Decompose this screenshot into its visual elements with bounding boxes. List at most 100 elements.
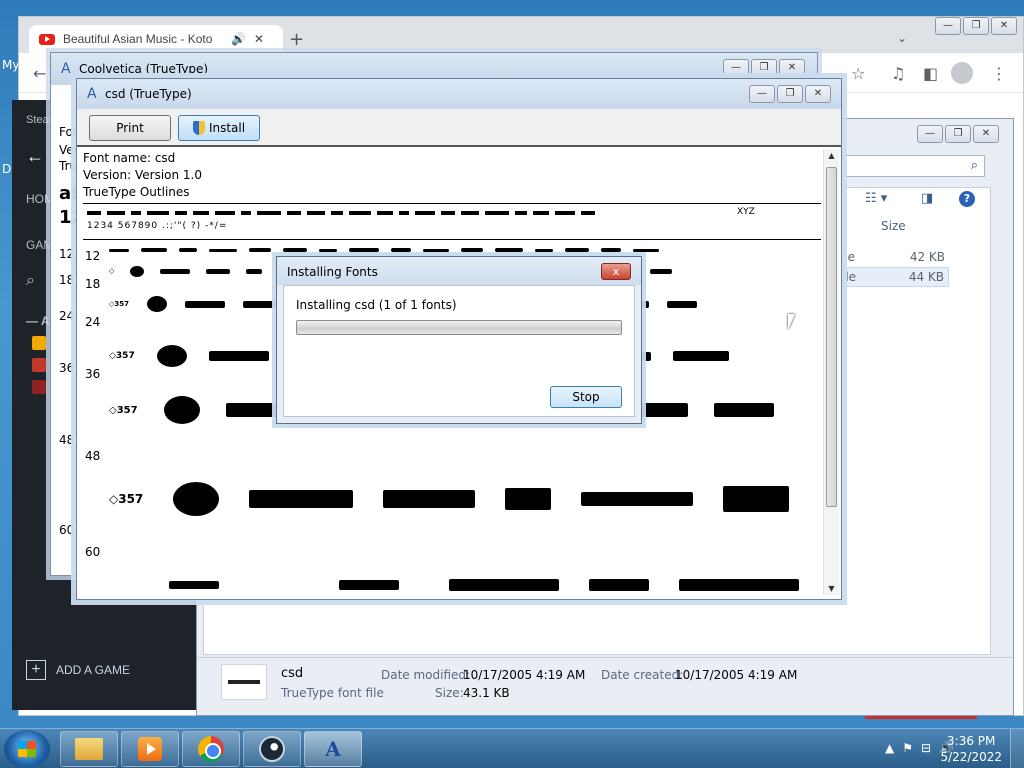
size-label-60: 60 bbox=[85, 545, 101, 559]
minimize-button[interactable]: — bbox=[935, 17, 961, 35]
install-label: Install bbox=[208, 121, 246, 135]
menu-kebab-icon[interactable]: ⋮ bbox=[991, 64, 1007, 83]
close-button[interactable]: ✕ bbox=[973, 125, 999, 143]
clock-time: 3:36 PM bbox=[947, 734, 996, 748]
font-version: Version: Version 1.0 bbox=[83, 168, 203, 182]
help-icon[interactable]: ? bbox=[959, 191, 975, 207]
network-icon[interactable]: ⊟ bbox=[921, 741, 931, 755]
profile-avatar[interactable] bbox=[951, 62, 973, 84]
vertical-scrollbar[interactable]: ▲ ▼ bbox=[823, 149, 839, 595]
desktop-icon-label-d[interactable]: D bbox=[2, 162, 11, 176]
minimize-button[interactable]: — bbox=[749, 85, 775, 103]
details-file-name: csd bbox=[281, 666, 304, 681]
size-label: 36 bbox=[59, 361, 75, 375]
preview-pane-icon[interactable]: ◨ bbox=[921, 191, 933, 206]
font-name: Font name: csd bbox=[83, 151, 176, 165]
game-icon-1[interactable] bbox=[32, 336, 46, 350]
back-arrow-icon[interactable]: ← bbox=[26, 146, 44, 167]
taskbar-media-player[interactable] bbox=[121, 731, 179, 767]
bullet-glyph: ◇ 357 bbox=[109, 300, 130, 308]
taskbar-font-viewer[interactable]: A bbox=[304, 731, 362, 767]
folder-icon bbox=[75, 738, 103, 760]
size-label: Size: bbox=[435, 686, 464, 700]
show-hidden-icons-icon[interactable]: ▲ bbox=[885, 741, 894, 755]
search-icon[interactable]: ⌕ bbox=[26, 272, 35, 290]
size-label: 18 bbox=[59, 273, 75, 287]
glyph-charset-tail: XYZ bbox=[737, 207, 755, 217]
scrollbar-thumb[interactable] bbox=[826, 167, 837, 507]
action-center-flag-icon[interactable]: ⚑ bbox=[902, 741, 913, 755]
close-button[interactable]: ✕ bbox=[991, 17, 1017, 35]
font-file-thumbnail bbox=[221, 664, 267, 700]
close-button[interactable]: ✕ bbox=[779, 59, 805, 77]
minimize-button[interactable]: — bbox=[723, 59, 749, 77]
size-label-12: 12 bbox=[85, 249, 101, 263]
taskbar-steam[interactable] bbox=[243, 731, 301, 767]
game-icon-2[interactable] bbox=[32, 358, 46, 372]
installing-fonts-dialog: Installing Fonts x Installing csd (1 of … bbox=[276, 256, 642, 424]
chrome-tab-strip: Beautiful Asian Music - Koto 🔊 ✕ + ⌄ — ❐… bbox=[19, 17, 1023, 53]
csd-toolbar: Print Install bbox=[77, 109, 841, 147]
speaker-icon[interactable]: 🔊 bbox=[231, 32, 246, 46]
desktop-icon-label-my[interactable]: My bbox=[2, 58, 19, 72]
media-control-icon[interactable]: ♫ bbox=[891, 64, 905, 83]
star-icon[interactable]: ☆ bbox=[851, 64, 865, 83]
bullet-glyph: ◇ 357 bbox=[109, 351, 135, 361]
font-viewer-icon: A bbox=[325, 737, 341, 761]
file-type-fragment: ile bbox=[841, 250, 856, 264]
scroll-down-icon[interactable]: ▼ bbox=[824, 584, 839, 593]
close-tab-icon[interactable]: ✕ bbox=[254, 32, 264, 46]
installing-title: Installing Fonts bbox=[287, 265, 378, 279]
add-game-button[interactable]: + ADD A GAME bbox=[26, 660, 130, 680]
youtube-icon bbox=[39, 33, 55, 45]
file-size: 42 KB bbox=[909, 250, 945, 264]
show-desktop-button[interactable] bbox=[1010, 729, 1024, 768]
size-label: 48 bbox=[59, 433, 75, 447]
install-button[interactable]: Install bbox=[178, 115, 260, 141]
install-status-text: Installing csd (1 of 1 fonts) bbox=[296, 298, 457, 312]
game-icon-3[interactable] bbox=[32, 380, 46, 394]
size-value: 43.1 KB bbox=[463, 686, 510, 700]
size-label: 12 bbox=[59, 247, 75, 261]
coolvetica-title: Coolvetica (TrueType) bbox=[79, 62, 209, 76]
column-header-size[interactable]: Size bbox=[881, 219, 906, 233]
chrome-tab-youtube[interactable]: Beautiful Asian Music - Koto 🔊 ✕ bbox=[29, 25, 283, 53]
side-panel-icon[interactable]: ◧ bbox=[923, 64, 938, 83]
close-button[interactable]: x bbox=[601, 263, 631, 280]
maximize-button[interactable]: ❐ bbox=[751, 59, 777, 77]
installing-body: Installing csd (1 of 1 fonts) Stop bbox=[283, 285, 635, 417]
chrome-window-controls: — ❐ ✕ bbox=[935, 17, 1017, 35]
back-arrow-icon[interactable]: ← bbox=[33, 64, 46, 83]
date-modified-label: Date modified: bbox=[381, 668, 471, 682]
start-button[interactable] bbox=[4, 730, 50, 768]
close-button[interactable]: ✕ bbox=[805, 85, 831, 103]
scroll-up-icon[interactable]: ▲ bbox=[824, 151, 839, 160]
stop-button[interactable]: Stop bbox=[550, 386, 622, 408]
csd-title: csd (TrueType) bbox=[105, 87, 192, 101]
explorer-window-controls: — ❐ ✕ bbox=[917, 125, 999, 143]
tab-search-chevron-icon[interactable]: ⌄ bbox=[897, 31, 907, 45]
print-button[interactable]: Print bbox=[89, 115, 171, 141]
file-row[interactable]: ile 42 KB bbox=[837, 247, 949, 267]
system-clock[interactable]: 3:36 PM 5/22/2022 bbox=[940, 733, 1002, 765]
maximize-button[interactable]: ❐ bbox=[945, 125, 971, 143]
size-label-48: 48 bbox=[85, 449, 101, 463]
bullet-glyph: ◇ 357 bbox=[109, 404, 138, 416]
maximize-button[interactable]: ❐ bbox=[777, 85, 803, 103]
minimize-button[interactable]: — bbox=[917, 125, 943, 143]
views-icon[interactable]: ☷ ▾ bbox=[865, 191, 887, 206]
explorer-search-input[interactable]: ⌕ bbox=[825, 155, 985, 177]
bullet-glyph: ◇ 357 bbox=[109, 492, 144, 506]
taskbar-chrome[interactable] bbox=[182, 731, 240, 767]
new-tab-button[interactable]: + bbox=[289, 29, 304, 50]
maximize-button[interactable]: ❐ bbox=[963, 17, 989, 35]
search-icon: ⌕ bbox=[970, 158, 978, 173]
progress-accent-bar bbox=[865, 716, 977, 719]
taskbar-explorer[interactable] bbox=[60, 731, 118, 767]
file-type-fragment: ile bbox=[842, 270, 857, 284]
peek-text: Tru bbox=[59, 159, 78, 173]
windows-logo-icon bbox=[18, 741, 36, 757]
file-row[interactable]: ile 44 KB bbox=[837, 267, 949, 287]
date-modified-value: 10/17/2005 4:19 AM bbox=[463, 668, 586, 682]
file-size: 44 KB bbox=[908, 270, 944, 284]
